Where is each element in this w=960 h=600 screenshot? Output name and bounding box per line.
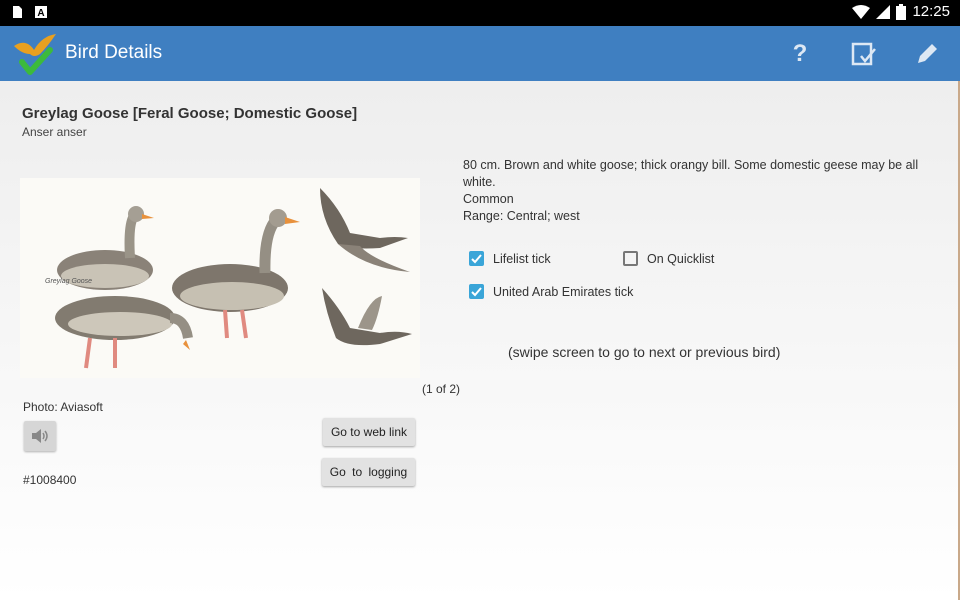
edit-button[interactable]: [910, 37, 944, 71]
edit-pencil-icon: [918, 44, 937, 63]
image-caption: Greylag Goose: [45, 278, 93, 285]
help-icon: ?: [792, 40, 808, 67]
bird-status: Common: [463, 192, 514, 206]
country-tick-label: United Arab Emirates tick: [493, 284, 634, 299]
swipe-hint: (swipe screen to go to next or previous …: [508, 344, 781, 360]
go-to-logging-button[interactable]: Go to logging: [322, 458, 415, 486]
bird-common-name: Greylag Goose [Feral Goose; Domestic Goo…: [22, 105, 358, 122]
help-button[interactable]: ?: [783, 37, 817, 71]
country-tick-checkbox[interactable]: United Arab Emirates tick: [469, 284, 633, 299]
checklist-icon: [851, 42, 876, 66]
speaker-icon: [32, 429, 48, 443]
bird-id: #1008400: [23, 473, 77, 487]
go-to-web-link-button[interactable]: Go to web link: [323, 418, 415, 446]
page-counter: (1 of 2): [422, 382, 461, 396]
checklist-button[interactable]: [847, 37, 881, 71]
quicklist-label: On Quicklist: [647, 251, 715, 266]
lifelist-tick-label: Lifelist tick: [493, 251, 551, 266]
signal-icon: [876, 4, 891, 19]
checkbox-unchecked-icon: [623, 251, 638, 266]
checkbox-checked-icon: [469, 284, 484, 299]
photo-credit: Photo: Aviasoft: [23, 400, 103, 414]
sd-card-icon: [13, 6, 22, 18]
lifelist-tick-checkbox[interactable]: Lifelist tick: [469, 251, 551, 266]
bird-description-block: 80 cm. Brown and white goose; thick oran…: [463, 157, 943, 225]
battery-icon: [896, 3, 907, 20]
notification-a-icon: A: [35, 6, 47, 19]
bird-details-content[interactable]: Greylag Goose [Feral Goose; Domestic Goo…: [0, 81, 960, 600]
bird-illustration[interactable]: Greylag Goose: [20, 178, 420, 378]
checkbox-checked-icon: [469, 251, 484, 266]
bird-scientific-name: Anser anser: [22, 125, 87, 139]
quicklist-checkbox[interactable]: On Quicklist: [623, 251, 714, 266]
status-bar: A 12:25: [0, 0, 960, 26]
app-bar: Bird Details ?: [0, 26, 960, 81]
bird-logo-icon: [14, 34, 56, 75]
bird-description: 80 cm. Brown and white goose; thick oran…: [463, 158, 919, 189]
bird-range: Range: Central; west: [463, 209, 580, 223]
status-time: 12:25: [912, 3, 950, 20]
play-sound-button[interactable]: [24, 421, 56, 451]
wifi-icon: [852, 4, 871, 19]
svg-text:A: A: [37, 8, 44, 19]
page-title: Bird Details: [65, 42, 163, 63]
